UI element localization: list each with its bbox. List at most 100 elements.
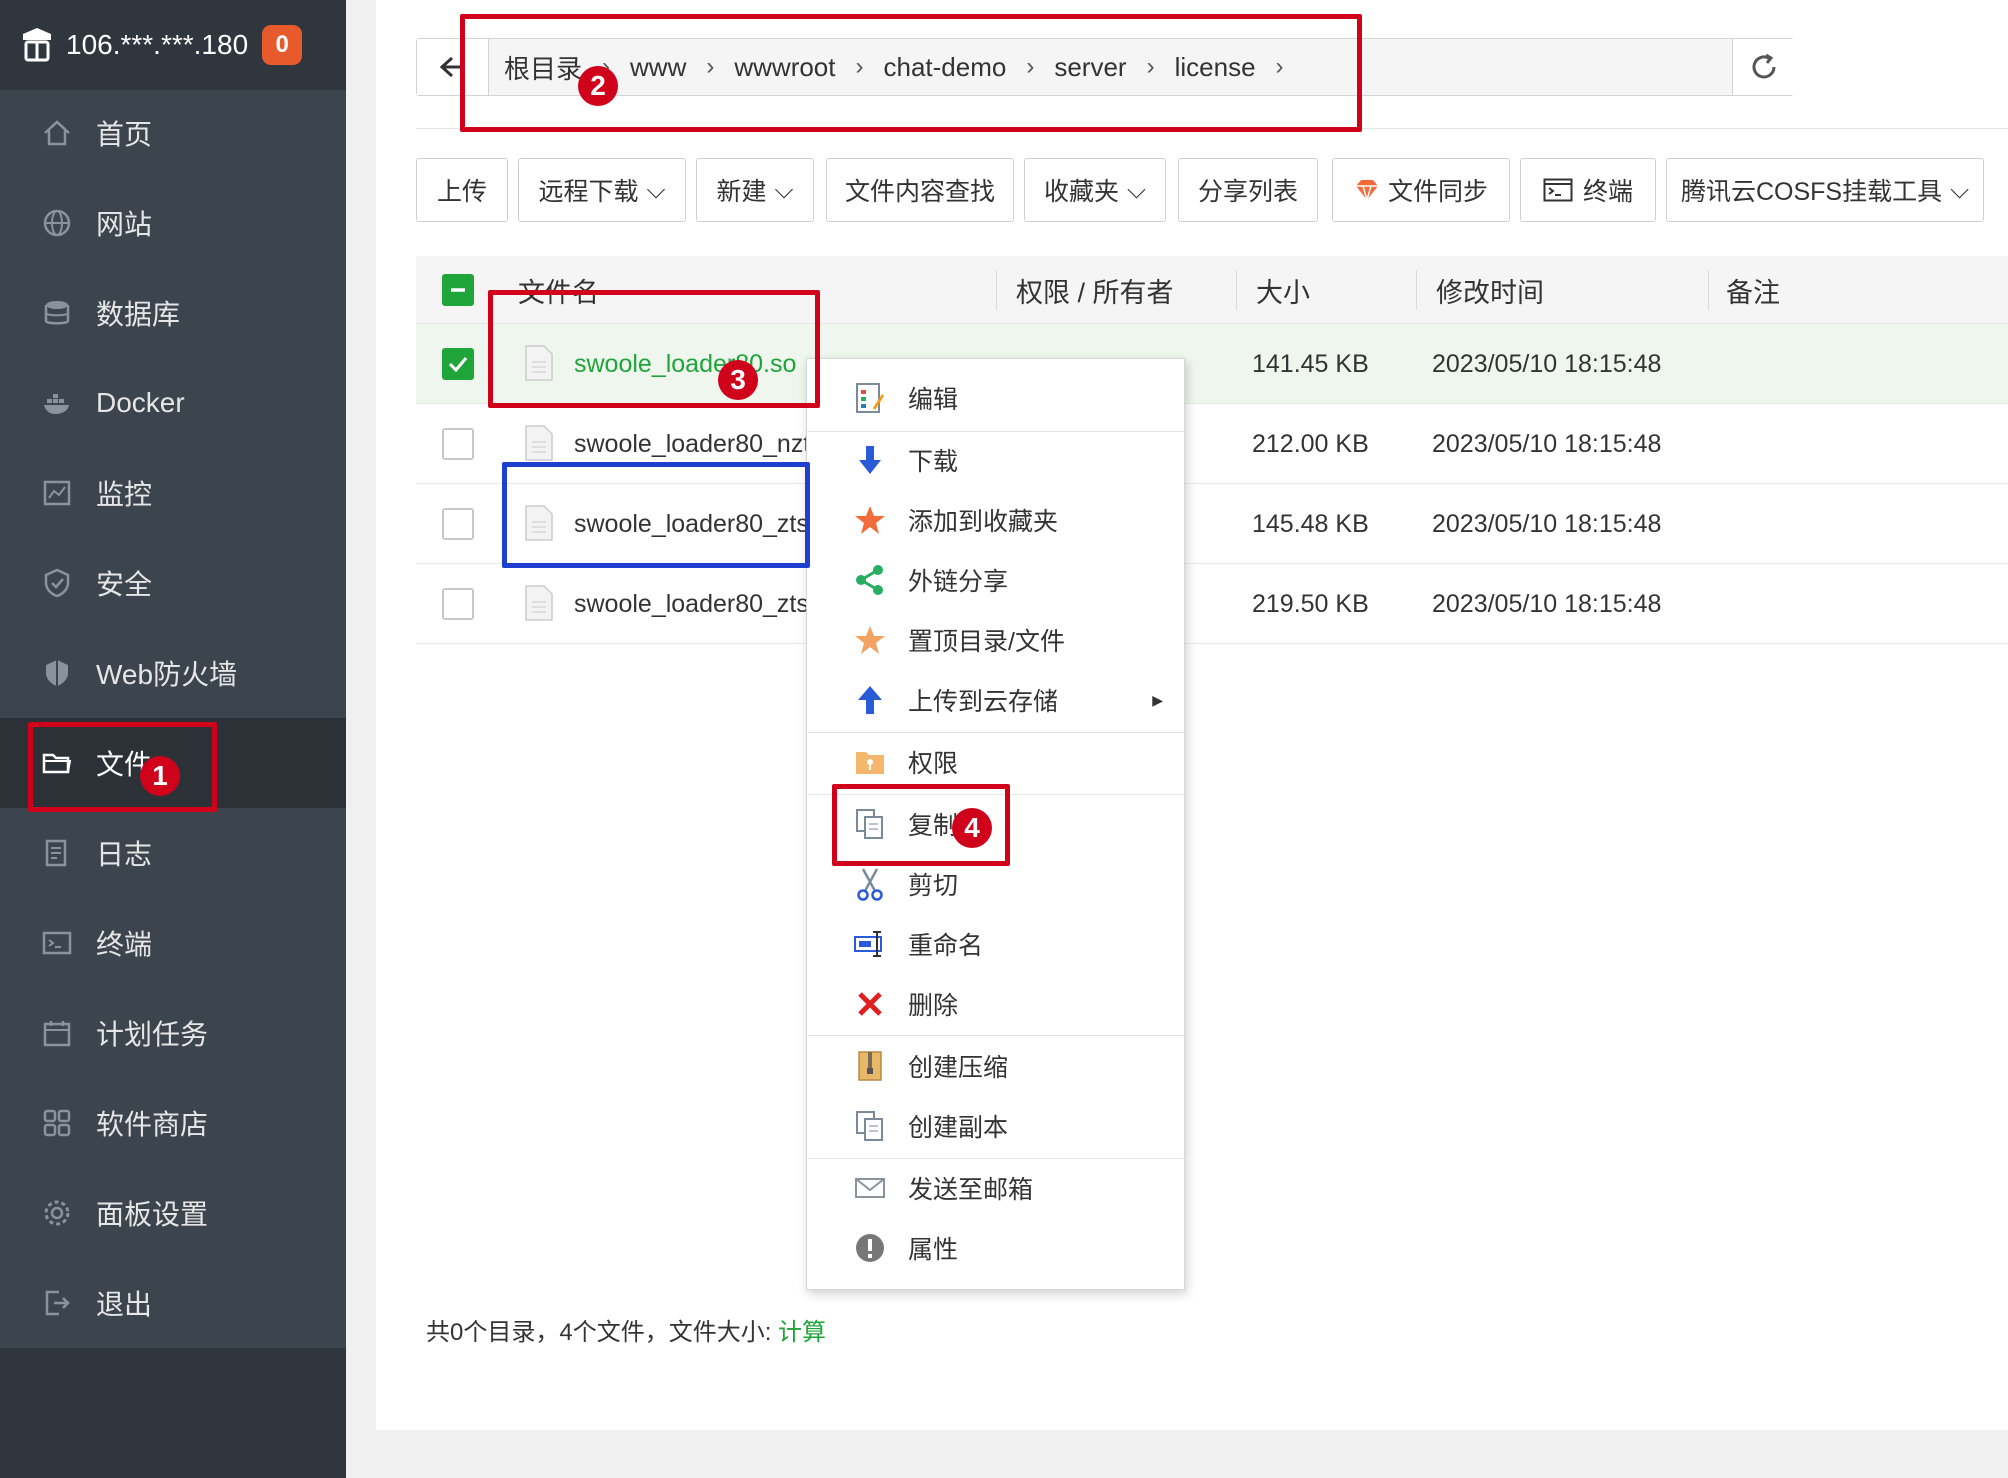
refresh-icon [1752,53,1775,79]
favorites-button[interactable]: 收藏夹 ⌵ [1024,158,1166,222]
row-checkbox[interactable] [442,508,474,540]
annotation-box-file [488,290,820,408]
menu-item-label: 创建压缩 [908,1054,1009,1082]
file-name-link[interactable]: swoole_loader80_zts [574,564,809,644]
sidebar-item-label: 监控 [96,479,153,510]
menu-item-label: 编辑 [908,386,959,414]
docker-icon [40,386,74,420]
sidebar-item-label: 安全 [96,569,153,600]
file-icon [525,585,553,621]
refresh-button[interactable] [1732,39,1794,95]
new-button[interactable]: 新建 ⌵ [696,158,814,222]
column-divider [1416,270,1417,310]
file-mtime: 2023/05/10 18:15:48 [1432,349,1662,378]
sidebar-item-security[interactable]: 安全 [0,538,346,628]
menu-item-properties[interactable]: 属性 [806,1218,1185,1278]
column-mtime[interactable]: 修改时间 [1436,256,1544,324]
sidebar-item-label: 退出 [96,1289,153,1320]
chevron-down-icon: ⌵ [1950,175,1970,204]
select-all-checkbox[interactable] [442,274,474,306]
file-mtime: 2023/05/10 18:15:48 [1432,509,1662,538]
file-mtime: 2023/05/10 18:15:48 [1432,429,1662,458]
sidebar-item-label: Web防火墙 [96,659,238,690]
row-checkbox[interactable] [442,348,474,380]
sidebar-item-label: 日志 [96,839,153,870]
sidebar-item-settings[interactable]: 面板设置 [0,1168,346,1258]
menu-item-edit[interactable]: 编辑 [806,368,1185,428]
terminal-icon [40,926,74,960]
calendar-icon [40,1016,74,1050]
menu-item-label: 重命名 [908,932,984,960]
pin-icon [852,622,888,658]
column-divider [996,270,997,310]
caret-right-icon: ▶ [1152,691,1163,708]
annotation-box-files [28,722,217,812]
sidebar-item-cron[interactable]: 计划任务 [0,988,346,1078]
sidebar-item-label: 网站 [96,209,153,240]
sidebar-item-label: 数据库 [96,299,181,330]
share-list-button[interactable]: 分享列表 [1178,158,1318,222]
upload-button[interactable]: 上传 [416,158,508,222]
sidebar-item-home[interactable]: 首页 [0,88,346,178]
content-search-label: 文件内容查找 [844,178,995,206]
notification-badge[interactable]: 0 [262,25,303,65]
column-note[interactable]: 备注 [1726,256,1780,324]
upload-label: 上传 [436,178,487,206]
sidebar-item-waf[interactable]: Web防火墙 [0,628,346,718]
file-mtime: 2023/05/10 18:15:48 [1432,589,1662,618]
sidebar-item-label: 面板设置 [96,1199,209,1230]
sidebar-item-monitor[interactable]: 监控 [0,448,346,538]
duplicate-icon [852,1108,888,1144]
sidebar-item-logs[interactable]: 日志 [0,808,346,898]
terminal-icon [1543,178,1573,202]
file-size: 219.50 KB [1252,589,1369,618]
annotation-number: 4 [952,808,992,848]
mail-icon [852,1170,888,1206]
cosfs-label: 腾讯云COSFS挂载工具 [1680,178,1943,206]
menu-item-share-link[interactable]: 外链分享 [806,550,1185,610]
file-icon [525,425,553,461]
calculate-size-link[interactable]: 计算 [778,1319,826,1346]
row-checkbox[interactable] [442,428,474,460]
shield-logo-icon [23,28,51,62]
file-size: 141.45 KB [1252,349,1369,378]
remote-download-button[interactable]: 远程下载 ⌵ [518,158,686,222]
menu-item-download[interactable]: 下载 [806,430,1185,490]
menu-item-add-favorite[interactable]: 添加到收藏夹 [806,490,1185,550]
menu-item-rename[interactable]: 重命名 [806,914,1185,974]
summary-text: 共0个目录，4个文件，文件大小: [426,1319,779,1346]
file-size: 145.48 KB [1252,509,1369,538]
sidebar-item-docker[interactable]: Docker [0,358,346,448]
gear-icon [40,1196,74,1230]
gem-icon [1355,180,1378,202]
sidebar-item-terminal[interactable]: 终端 [0,898,346,988]
sidebar-item-label: Docker [96,387,185,418]
menu-item-pin-top[interactable]: 置顶目录/文件 [806,610,1185,670]
cosfs-button[interactable]: 腾讯云COSFS挂载工具 ⌵ [1666,158,1984,222]
row-checkbox[interactable] [442,588,474,620]
edit-icon [852,380,888,416]
globe-icon [40,206,74,240]
sidebar-item-logout[interactable]: 退出 [0,1258,346,1348]
sidebar-item-store[interactable]: 软件商店 [0,1078,346,1168]
menu-item-permission[interactable]: 权限 [806,732,1185,792]
annotation-number: 1 [140,756,180,796]
column-permission[interactable]: 权限 / 所有者 [1016,256,1174,324]
menu-item-delete[interactable]: 删除 [806,974,1185,1034]
file-summary: 共0个目录，4个文件，文件大小: 计算 [426,1312,826,1347]
firewall-icon [40,656,74,690]
sidebar-item-website[interactable]: 网站 [0,178,346,268]
menu-item-compress[interactable]: 创建压缩 [806,1036,1185,1096]
menu-item-label: 属性 [908,1236,959,1264]
column-size[interactable]: 大小 [1256,256,1310,324]
file-size: 212.00 KB [1252,429,1369,458]
file-sync-button[interactable]: 文件同步 [1332,158,1510,222]
menu-item-send-email[interactable]: 发送至邮箱 [806,1158,1185,1218]
content-search-button[interactable]: 文件内容查找 [826,158,1014,222]
sidebar-item-database[interactable]: 数据库 [0,268,346,358]
menu-item-duplicate[interactable]: 创建副本 [806,1096,1185,1156]
sidebar-item-label: 终端 [96,929,153,960]
menu-item-upload-cloud[interactable]: 上传到云存储 ▶ [806,670,1185,730]
terminal-button[interactable]: 终端 [1520,158,1656,222]
minus-icon [451,288,465,292]
